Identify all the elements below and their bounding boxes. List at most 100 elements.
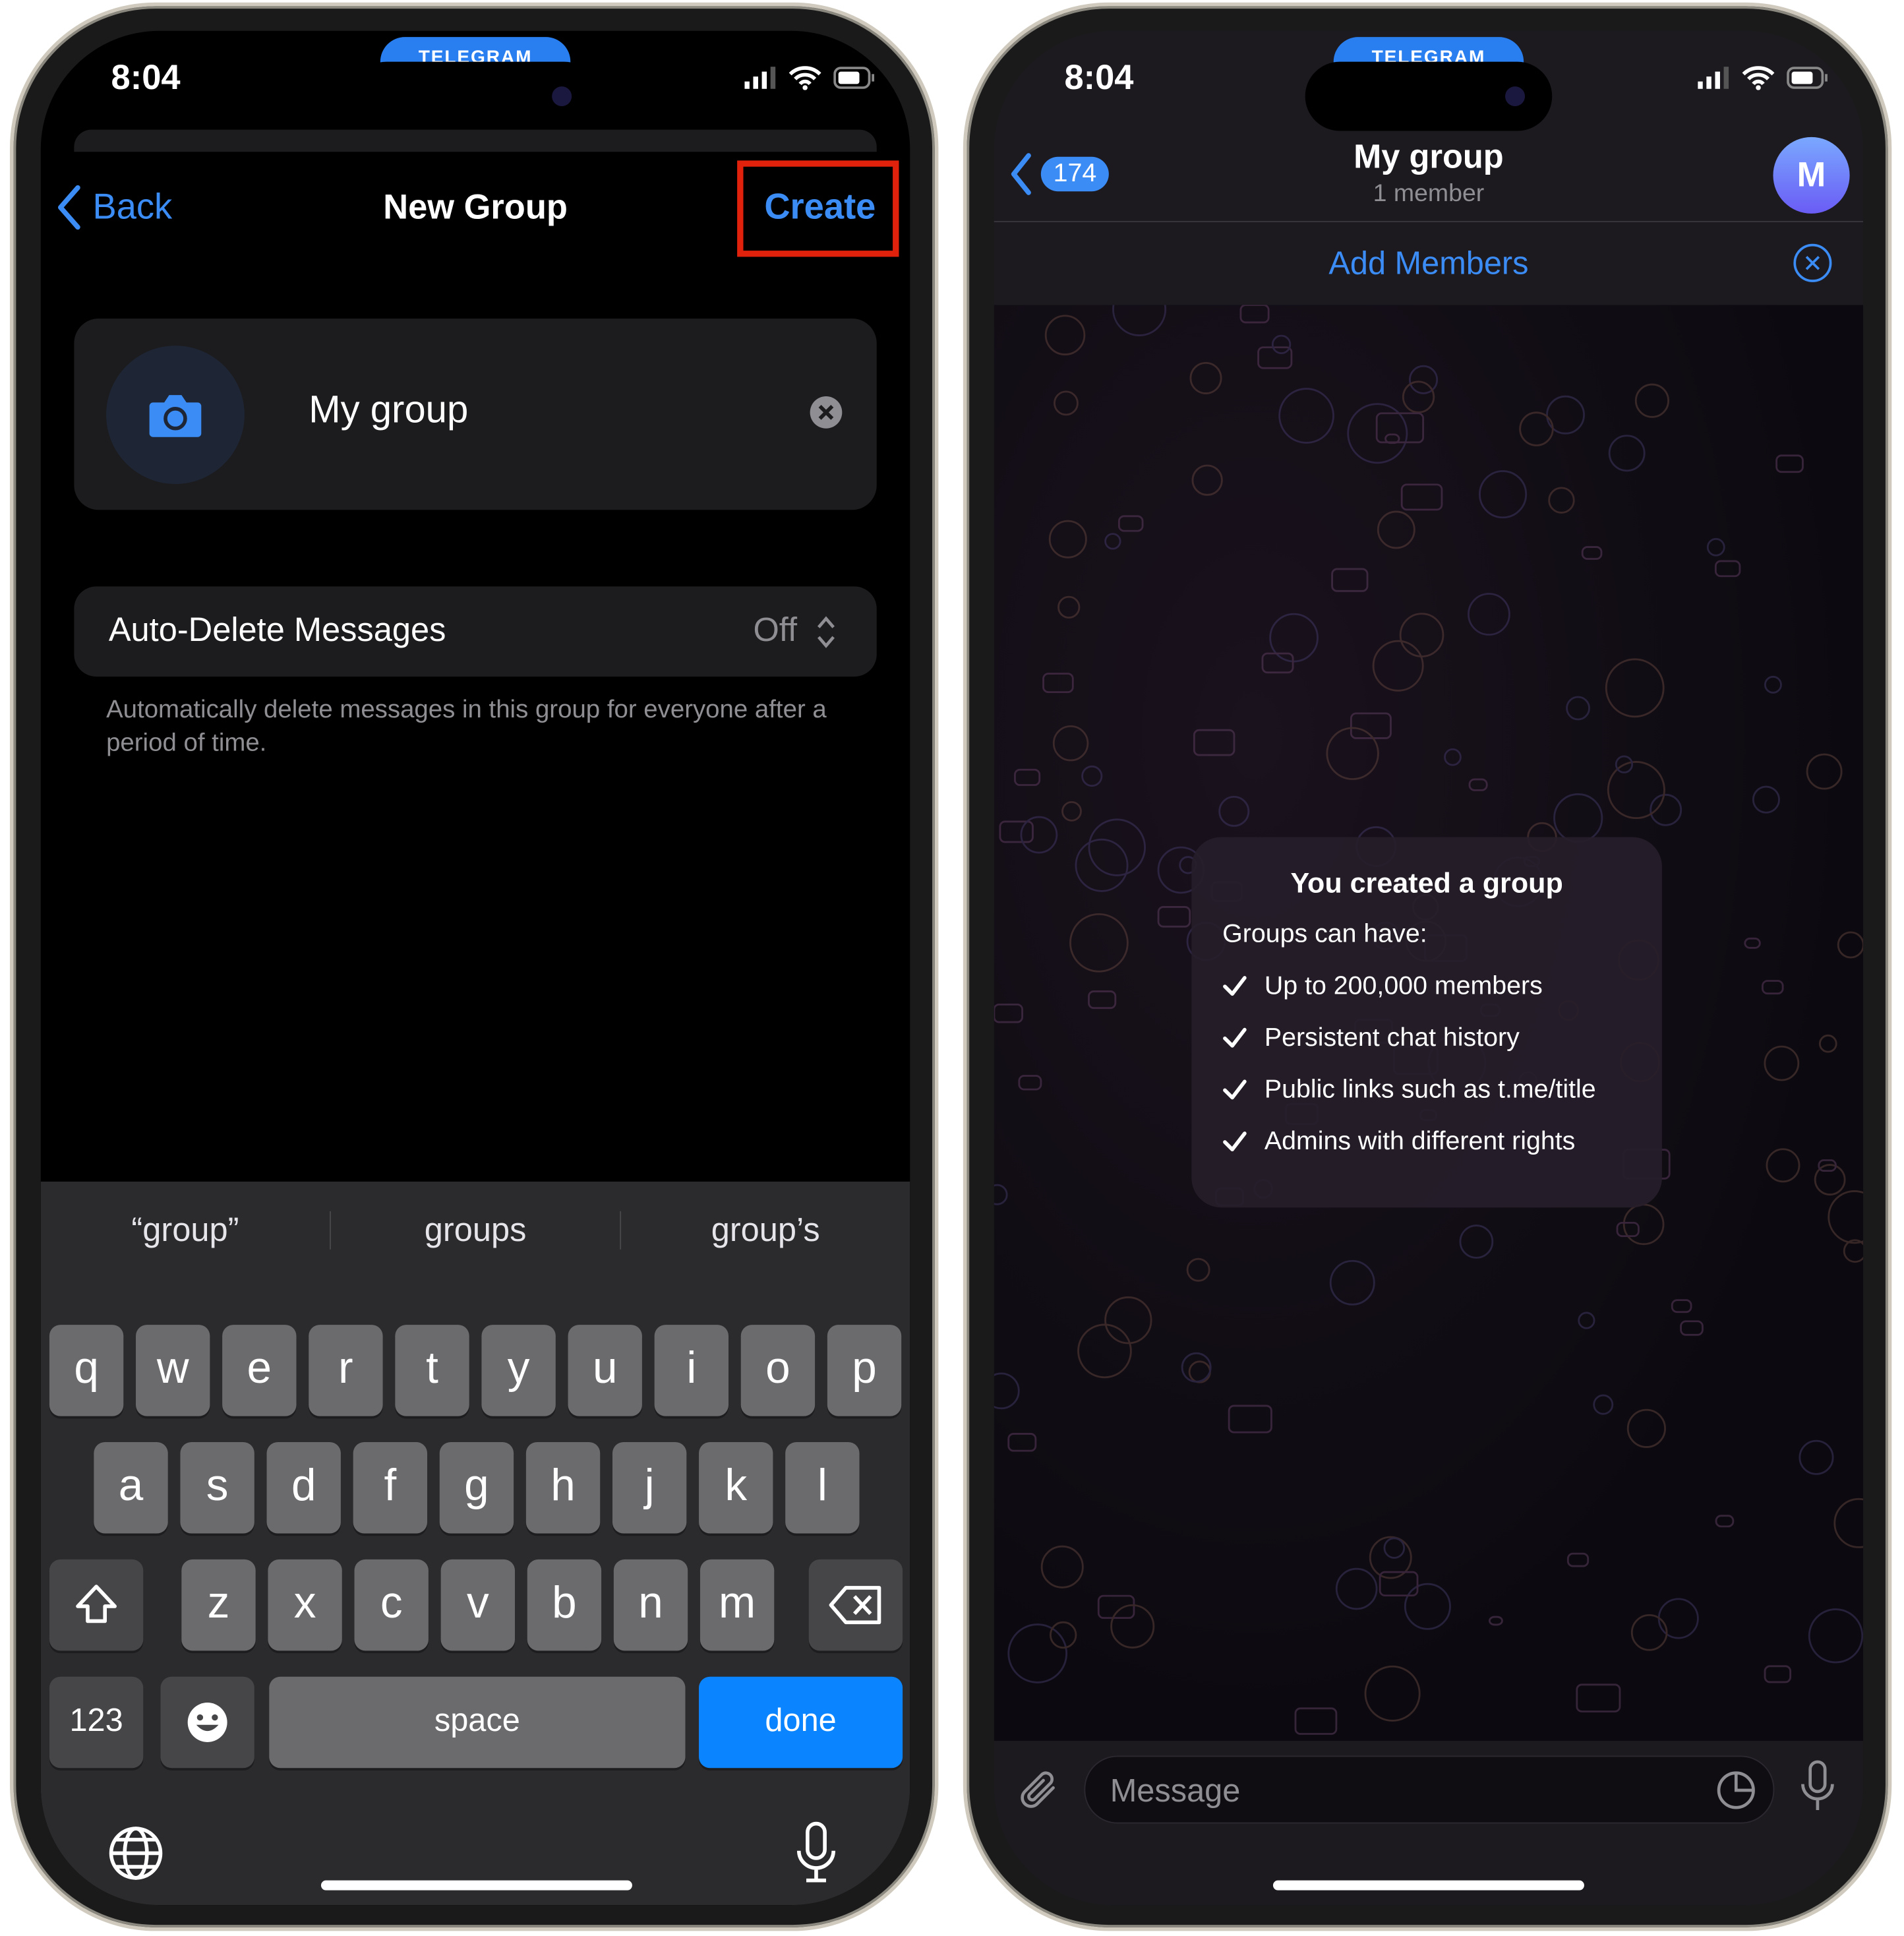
doodle-shape [1400, 483, 1443, 511]
key-q[interactable]: q [49, 1325, 124, 1416]
feature-text: Persistent chat history [1264, 1023, 1520, 1052]
doodle-shape [1468, 778, 1488, 791]
done-key[interactable]: done [699, 1676, 903, 1769]
doodle-shape [1626, 1408, 1666, 1448]
space-key[interactable]: space [269, 1676, 686, 1769]
doodle-shape [1634, 383, 1669, 418]
attach-icon[interactable] [1016, 1766, 1060, 1815]
key-h[interactable]: h [525, 1441, 601, 1534]
key-f[interactable]: f [353, 1441, 428, 1534]
doodle-shape [1278, 388, 1334, 444]
close-icon[interactable] [1793, 243, 1832, 283]
feature-item: Up to 200,000 members [1222, 972, 1631, 1002]
microphone-icon[interactable] [794, 1821, 838, 1885]
emoji-icon [187, 1703, 227, 1742]
set-photo-button[interactable] [106, 346, 245, 484]
doodle-shape [1097, 1594, 1135, 1619]
group-info-card: My group [74, 318, 877, 510]
chat-title[interactable]: My group [994, 138, 1864, 177]
doodle-shape [994, 1372, 1020, 1410]
doodle-shape [1007, 1623, 1068, 1683]
key-l[interactable]: l [785, 1441, 860, 1534]
doodle-shape [1294, 1707, 1338, 1735]
doodle-shape [1329, 1259, 1375, 1306]
doodle-shape [1112, 305, 1167, 336]
doodle-shape [1519, 411, 1554, 446]
doodle-shape [1566, 696, 1590, 721]
key-z[interactable]: z [181, 1559, 256, 1651]
numbers-key[interactable]: 123 [49, 1676, 144, 1769]
clear-icon[interactable] [809, 395, 843, 429]
key-b[interactable]: b [527, 1559, 602, 1651]
doodle-shape [1764, 1665, 1792, 1683]
doodle-shape [1553, 793, 1603, 843]
key-a[interactable]: a [94, 1441, 168, 1534]
feature-text: Admins with different rights [1264, 1127, 1576, 1156]
doodle-shape [1680, 1320, 1704, 1336]
key-g[interactable]: g [439, 1441, 514, 1534]
doodle-shape [1069, 913, 1129, 973]
doodle-shape [1088, 990, 1117, 1010]
key-x[interactable]: x [268, 1559, 342, 1651]
doodle-shape [1818, 1034, 1837, 1053]
key-r[interactable]: r [309, 1325, 383, 1416]
key-v[interactable]: v [440, 1559, 515, 1651]
message-input[interactable]: Message [1084, 1755, 1775, 1824]
doodle-shape [1766, 1148, 1800, 1183]
suggestion-item[interactable]: “group” [41, 1211, 331, 1250]
key-s[interactable]: s [180, 1441, 254, 1534]
key-u[interactable]: u [568, 1325, 642, 1416]
sticker-icon[interactable] [1715, 1769, 1757, 1811]
emoji-key[interactable] [160, 1676, 254, 1769]
key-e[interactable]: e [222, 1325, 297, 1416]
doodle-shape [1775, 454, 1804, 473]
suggestion-item[interactable]: group’s [621, 1211, 910, 1250]
feature-text: Up to 200,000 members [1264, 971, 1543, 1000]
key-d[interactable]: d [266, 1441, 341, 1534]
key-i[interactable]: i [654, 1325, 729, 1416]
doodle-shape [1402, 380, 1435, 413]
home-indicator [320, 1880, 632, 1891]
avatar[interactable]: M [1773, 136, 1850, 214]
suggestion-item[interactable]: groups [331, 1211, 622, 1250]
doodle-shape [1630, 1614, 1668, 1651]
auto-delete-footer: Automatically delete messages in this gr… [106, 695, 827, 757]
doodle-shape [1806, 753, 1843, 790]
auto-delete-value: Off [753, 611, 798, 649]
doodle-shape [1799, 1439, 1834, 1475]
battery-icon [1787, 67, 1828, 89]
doodle-shape [1193, 729, 1235, 756]
globe-icon[interactable] [107, 1825, 164, 1881]
microphone-icon[interactable] [1799, 1759, 1836, 1813]
message-placeholder: Message [1110, 1771, 1241, 1809]
doodle-shape [1744, 937, 1761, 949]
doodle-shape [1186, 1257, 1210, 1282]
key-p[interactable]: p [827, 1325, 902, 1416]
key-k[interactable]: k [699, 1441, 773, 1534]
auto-delete-row[interactable]: Auto-Delete Messages Off [74, 586, 877, 677]
shift-key[interactable] [49, 1559, 144, 1651]
key-c[interactable]: c [354, 1559, 429, 1651]
feature-text: Public links such as t.me/title [1264, 1075, 1596, 1104]
doodle-shape [1261, 652, 1294, 674]
key-o[interactable]: o [740, 1325, 816, 1416]
doodle-shape [1375, 412, 1425, 444]
doodle-shape [1088, 818, 1146, 876]
add-members-button[interactable]: Add Members [994, 245, 1864, 283]
key-m[interactable]: m [699, 1559, 775, 1651]
card-title: You created a group [1290, 866, 1563, 899]
doodle-shape [994, 1184, 1008, 1205]
group-created-card: You created a group Groups can have: Up … [1191, 837, 1662, 1208]
key-n[interactable]: n [613, 1559, 688, 1651]
group-name-input[interactable]: My group [309, 388, 468, 432]
key-j[interactable]: j [612, 1441, 687, 1534]
doodle-shape [1548, 487, 1575, 514]
doodle-shape [1271, 334, 1292, 355]
key-t[interactable]: t [395, 1325, 469, 1416]
delete-key[interactable] [808, 1559, 903, 1651]
doodle-shape [1377, 510, 1415, 549]
key-y[interactable]: y [481, 1325, 556, 1416]
feature-item: Admins with different rights [1222, 1128, 1631, 1157]
create-button[interactable]: Create [764, 188, 876, 229]
key-w[interactable]: w [136, 1325, 210, 1416]
